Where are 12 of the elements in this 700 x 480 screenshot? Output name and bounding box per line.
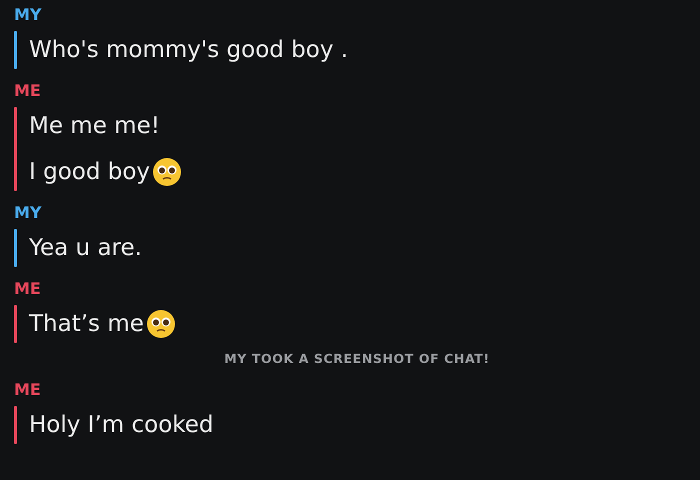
message-text: Holy I’m cooked — [29, 412, 214, 438]
message-text: Me me me! — [29, 113, 160, 139]
sender-name: ME — [14, 279, 41, 299]
message-text: I good boy — [29, 159, 150, 185]
screenshot-notice: MY TOOK A SCREENSHOT OF CHAT! — [224, 351, 490, 366]
sender-name: MY — [14, 203, 42, 223]
sender-name: ME — [14, 81, 41, 101]
message-text: Yea u are. — [29, 235, 142, 261]
sender-name: ME — [14, 380, 41, 400]
message-text: That’s me — [29, 311, 144, 337]
sender-name: MY — [14, 5, 42, 25]
message-text: Who's mommy's good boy . — [29, 37, 348, 63]
